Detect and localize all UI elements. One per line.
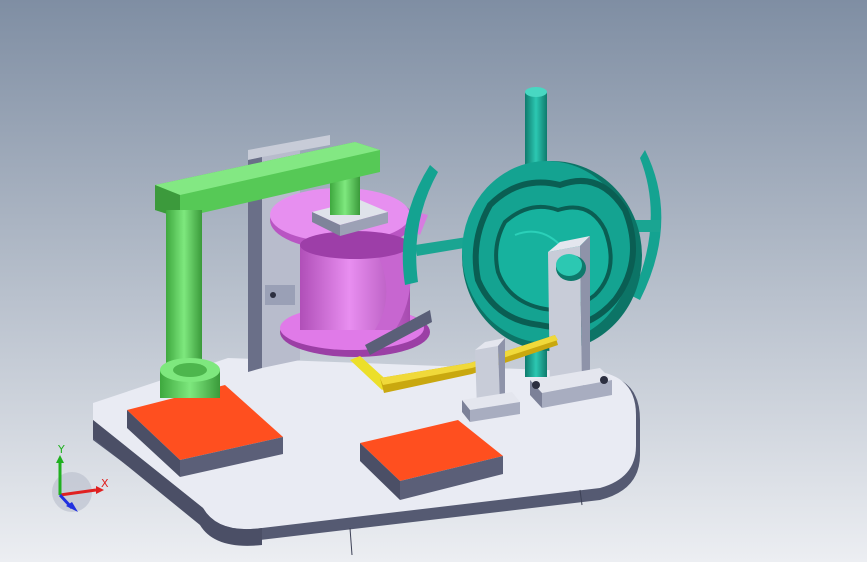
x-axis-label: X	[101, 477, 109, 490]
y-axis-label: Y	[57, 443, 65, 456]
model-scene[interactable]: Y X	[0, 0, 867, 562]
cad-viewport[interactable]: Y X	[0, 0, 867, 562]
